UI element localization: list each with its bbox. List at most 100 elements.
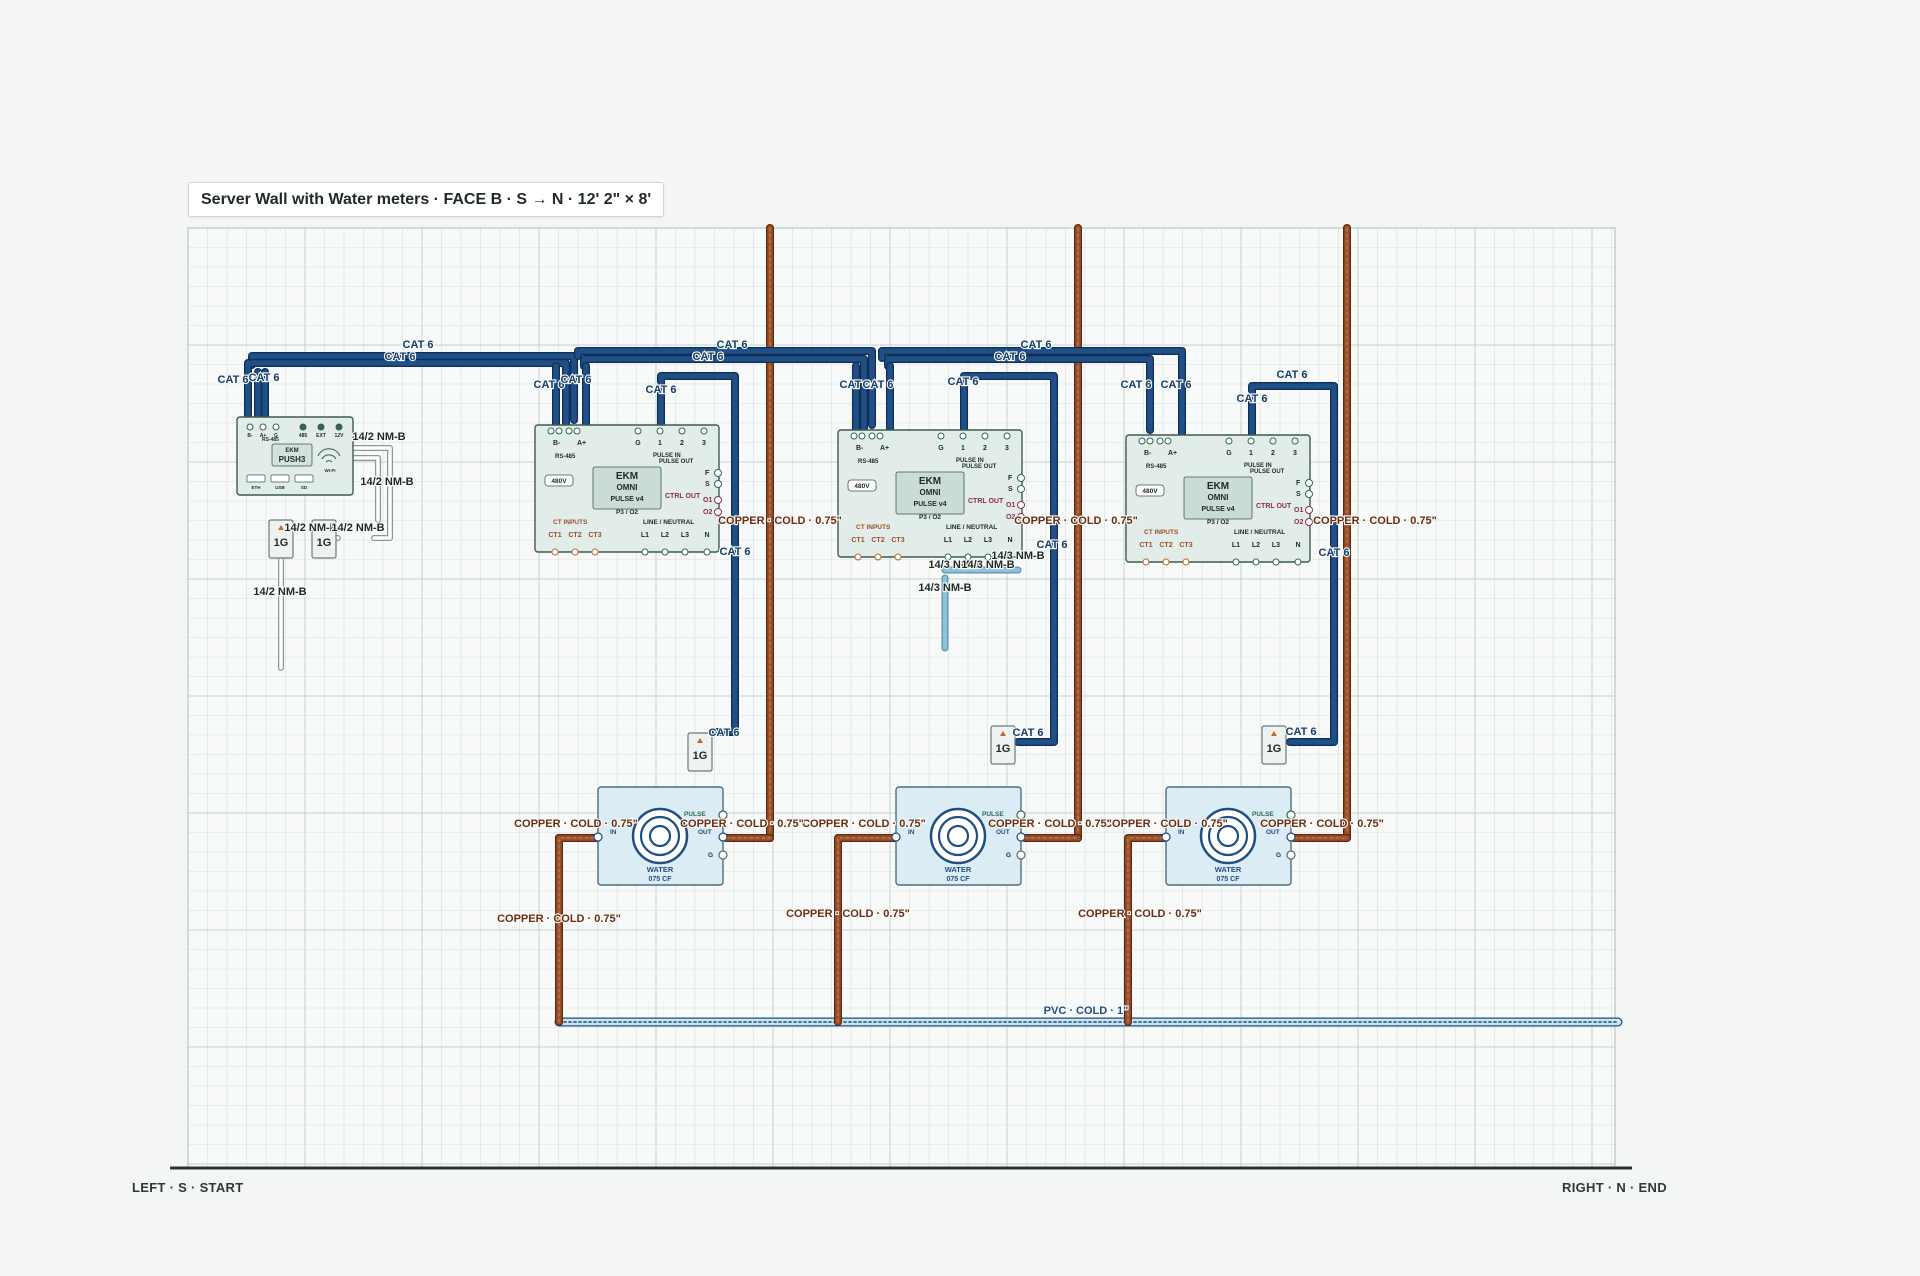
pulse-out-label: PULSE OUT — [962, 464, 997, 470]
bus-terminal — [555, 427, 563, 435]
bus-b-label: B- — [1144, 450, 1152, 457]
rs485-label: RS-485 — [1146, 464, 1167, 470]
ct-terminal — [1162, 558, 1170, 566]
water-meter-2[interactable]: IN OUT PULSE G WATER 075 CF — [891, 786, 1026, 886]
outlet-terminal — [718, 832, 728, 842]
push3-terminal — [299, 423, 307, 431]
line-neutral-label: LINE / NEUTRAL — [1234, 529, 1285, 536]
ctrl-out-label: CTRL OUT — [968, 498, 1004, 505]
meter-size: 075 CF — [649, 876, 673, 883]
bus-terminal — [868, 432, 876, 440]
line-neutral-label: LINE / NEUTRAL — [946, 524, 997, 531]
push3-port — [294, 474, 314, 483]
water-meter-1[interactable]: IN OUT PULSE G WATER 075 CF — [593, 786, 728, 886]
bus-terminal — [876, 432, 884, 440]
pulse-terminal-label: 1 — [1249, 450, 1253, 457]
ct-terminal — [874, 553, 882, 561]
box-label: 1G — [317, 537, 332, 549]
ct-label: CT3 — [1179, 542, 1192, 549]
meter-dial-inner — [648, 824, 672, 848]
omni-model: OMNI — [920, 488, 941, 497]
meter-in-label: IN — [1178, 829, 1185, 836]
meter-out-label: OUT — [698, 829, 712, 836]
pulse-terminal — [1003, 432, 1011, 440]
junction-box-4[interactable]: 1G — [990, 725, 1016, 765]
wire-label: COPPER · COLD · 0.75" — [802, 818, 926, 830]
fs-terminal — [1017, 474, 1025, 482]
meter-pulse-label: PULSE — [1252, 811, 1274, 818]
bus-terminal — [1146, 437, 1154, 445]
meter-g-label: G — [708, 852, 713, 859]
rs485-label: RS-485 — [555, 454, 576, 460]
pulse-terminal — [700, 427, 708, 435]
wire-label: COPPER · COLD · 0.75" — [1260, 818, 1384, 830]
wire-label: COPPER · COLD · 0.75" — [1078, 908, 1202, 920]
omni-version: PULSE v4 — [913, 501, 946, 508]
wire-label: CAT 6 — [995, 351, 1026, 363]
o1-label: O1 — [1294, 507, 1303, 514]
line-terminal — [703, 548, 711, 556]
push3-gateway[interactable]: B- A+ G 485 EXT 12VRS-485EKMPUSH3WI-FIETH USB S… — [236, 416, 354, 496]
ct-label: CT1 — [851, 537, 864, 544]
omni-version: PULSE v4 — [1201, 506, 1234, 513]
ctrl-terminal — [1305, 518, 1313, 526]
pulse-terminal-label: 3 — [1293, 450, 1297, 457]
voltage-label: 480V — [854, 483, 870, 490]
bus-b-label: B- — [856, 445, 864, 452]
ct-label: CT1 — [548, 532, 561, 539]
ct-terminal — [551, 548, 559, 556]
wire-label: CAT 6 — [948, 376, 979, 388]
box-label: 1G — [996, 743, 1011, 755]
wall-canvas[interactable]: B- A+ G 485 EXT 12VRS-485EKMPUSH3WI-FIETH USB S… — [0, 0, 1920, 1276]
wire-label: COPPER · COLD · 0.75" — [1014, 515, 1138, 527]
outlet-terminal — [1016, 832, 1026, 842]
inlet-terminal — [1161, 832, 1171, 842]
wire-label: COPPER · COLD · 0.75" — [497, 913, 621, 925]
meter-size: 075 CF — [947, 876, 971, 883]
push3-terminal-label: 485 — [299, 433, 308, 439]
pulse-terminal — [937, 432, 945, 440]
bus-terminal — [573, 427, 581, 435]
junction-box-5[interactable]: 1G — [1261, 725, 1287, 765]
omni-meter-2[interactable]: B- A+RS-485G 1 2 3PULSE INPULSE OUT480V EKMOM… — [837, 429, 1025, 561]
push3-terminal — [246, 423, 254, 431]
voltage-label: 480V — [1142, 488, 1158, 495]
water-meter-3[interactable]: IN OUT PULSE G WATER 075 CF — [1161, 786, 1296, 886]
g-terminal — [1016, 850, 1026, 860]
wire-label: 14/2 NM-B — [253, 586, 306, 598]
push3-terminal — [335, 423, 343, 431]
omni-meter-3[interactable]: B- A+RS-485G 1 2 3PULSE INPULSE OUT480V EKMOM… — [1125, 434, 1313, 566]
omni-model: OMNI — [617, 483, 638, 492]
line-terminal — [1294, 558, 1302, 566]
line-label: L3 — [681, 532, 689, 539]
inlet-terminal — [593, 832, 603, 842]
wire-label: 14/3 NM-B — [991, 550, 1044, 562]
omni-brand: EKM — [919, 476, 941, 487]
wire-label: CAT 6 — [385, 351, 416, 363]
wire-label: CAT 6 — [646, 384, 677, 396]
wire-label: CAT 6 — [693, 351, 724, 363]
wire-label: COPPER · COLD · 0.75" — [1104, 818, 1228, 830]
line-label: L3 — [1272, 542, 1280, 549]
ct-terminal — [591, 548, 599, 556]
pulse-terminal — [678, 427, 686, 435]
meter-out-label: OUT — [1266, 829, 1280, 836]
wire-label: PVC · COLD · 1" — [1044, 1005, 1129, 1017]
line-label: L1 — [944, 537, 952, 544]
pulse-terminal-label: 2 — [983, 445, 987, 452]
line-terminal — [1232, 558, 1240, 566]
pulse-terminal-label: 3 — [1005, 445, 1009, 452]
omni-meter-1[interactable]: B- A+RS-485G 1 2 3PULSE INPULSE OUT480V EKMOM… — [534, 424, 722, 556]
pulse-terminal — [1291, 437, 1299, 445]
push3-port — [270, 474, 290, 483]
push3-brand: EKM — [285, 448, 298, 454]
omni-phase: P3 / O2 — [616, 509, 638, 516]
bus-terminal — [1138, 437, 1146, 445]
wire-label: CAT 6 — [1013, 727, 1044, 739]
ctrl-terminal — [1017, 501, 1025, 509]
bus-terminal — [850, 432, 858, 440]
pulse-terminal — [959, 432, 967, 440]
pulse-terminal — [656, 427, 664, 435]
wire-label: COPPER · COLD · 0.75" — [1313, 515, 1437, 527]
bus-terminal — [547, 427, 555, 435]
